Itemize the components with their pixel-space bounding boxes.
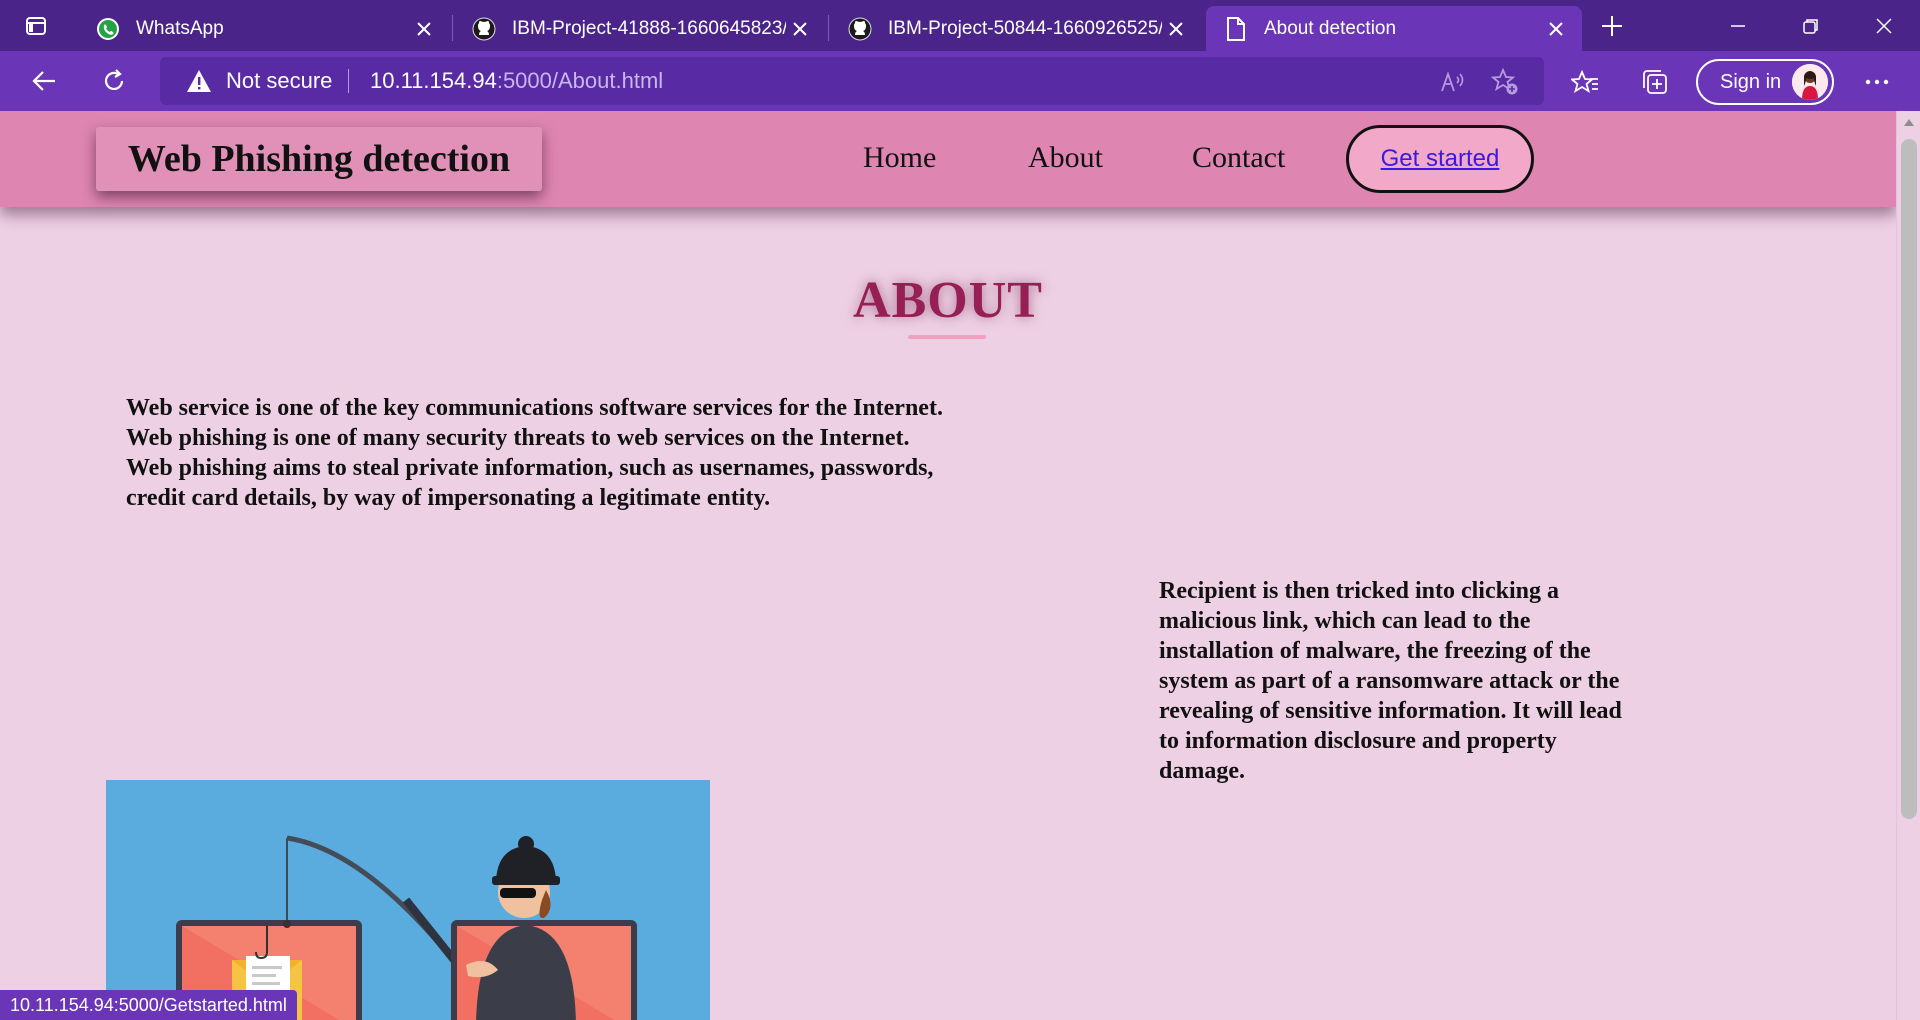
sign-in-button[interactable]: Sign in [1696, 59, 1834, 105]
warning-icon[interactable] [186, 69, 212, 93]
add-favorite-icon[interactable] [1490, 67, 1520, 97]
tab-whatsapp[interactable]: WhatsApp [78, 6, 450, 51]
nav-about-link[interactable]: About [1028, 141, 1103, 175]
paragraph-line: Recipient is then tricked into clicking … [1159, 578, 1559, 604]
security-status[interactable]: Not secure [226, 68, 332, 94]
github-icon [470, 15, 498, 43]
intro-paragraph: Web service is one of the key communicat… [126, 393, 1026, 513]
heading-underline [908, 335, 986, 339]
paragraph-line: malicious link, which can lead to the [1159, 608, 1531, 634]
scrollbar-thumb[interactable] [1901, 139, 1917, 819]
url-path: :5000/About.html [496, 68, 664, 93]
status-bar-url: 10.11.154.94:5000/Getstarted.html [0, 990, 297, 1020]
more-options-icon[interactable] [1860, 65, 1894, 99]
paragraph-line: to information disclosure and property [1159, 728, 1557, 754]
tab-title: IBM-Project-50844-1660926525/A [888, 17, 1162, 39]
tab-title: IBM-Project-41888-1660645823/C [512, 17, 786, 39]
paragraph-line: Web service is one of the key communicat… [126, 395, 943, 421]
site-header: Web Phishing detection Home About Contac… [0, 111, 1896, 207]
close-tab-icon[interactable] [1542, 15, 1570, 43]
close-window-icon[interactable] [1847, 0, 1920, 51]
back-arrow-icon[interactable] [22, 61, 66, 101]
address-bar[interactable]: Not secure 10.11.154.94:5000/About.html [160, 57, 1544, 105]
whatsapp-icon [94, 15, 122, 43]
paragraph-line: revealing of sensitive information. It w… [1159, 698, 1622, 724]
paragraph-line: installation of malware, the freezing of… [1159, 638, 1591, 664]
browser-toolbar: Not secure 10.11.154.94:5000/About.html … [0, 51, 1920, 111]
window-controls [1701, 0, 1920, 51]
avatar [1792, 64, 1828, 100]
details-paragraph: Recipient is then tricked into clicking … [1159, 576, 1659, 786]
paragraph-line: damage. [1159, 758, 1245, 784]
read-aloud-icon[interactable] [1438, 67, 1468, 97]
tab-title: About detection [1264, 17, 1397, 39]
url-host: 10.11.154.94 [370, 68, 497, 93]
tab-ibm-project-41888[interactable]: IBM-Project-41888-1660645823/C [454, 6, 826, 51]
browser-tab-bar: WhatsApp IBM-Project-41888-1660645823/C … [0, 0, 1920, 51]
nav-home-link[interactable]: Home [863, 141, 936, 175]
vertical-scrollbar[interactable] [1896, 111, 1920, 1020]
phishing-illustration-image [106, 780, 710, 1020]
close-tab-icon[interactable] [410, 15, 438, 43]
page-viewport: Web Phishing detection Home About Contac… [0, 111, 1896, 1020]
tab-about-detection[interactable]: About detection [1206, 6, 1582, 51]
favorites-icon[interactable] [1568, 65, 1602, 99]
phishing-illustration [106, 780, 710, 1020]
url-text[interactable]: 10.11.154.94:5000/About.html [370, 68, 663, 94]
paragraph-line: credit card details, by way of impersona… [126, 485, 771, 511]
tab-title: WhatsApp [136, 17, 224, 39]
sign-in-label: Sign in [1720, 70, 1782, 93]
page-icon [1222, 15, 1250, 43]
nav-contact-link[interactable]: Contact [1192, 141, 1285, 175]
tab-separator [828, 15, 829, 41]
site-brand: Web Phishing detection [96, 127, 542, 191]
brand-title: Web Phishing detection [127, 138, 511, 180]
tab-actions-icon[interactable] [14, 10, 58, 42]
paragraph-line: Web phishing aims to steal private infor… [126, 455, 934, 481]
refresh-icon[interactable] [92, 61, 136, 101]
get-started-button[interactable]: Get started [1346, 125, 1534, 193]
about-heading: ABOUT [853, 272, 1043, 329]
new-tab-button[interactable] [1590, 8, 1634, 44]
restore-icon[interactable] [1774, 0, 1847, 51]
scroll-up-arrow-icon[interactable] [1904, 119, 1914, 126]
collections-icon[interactable] [1638, 65, 1672, 99]
paragraph-line: system as part of a ransomware attack or… [1159, 668, 1620, 694]
github-icon [846, 15, 874, 43]
tab-ibm-project-50844[interactable]: IBM-Project-50844-1660926525/A [830, 6, 1202, 51]
get-started-label: Get started [1380, 145, 1500, 172]
minimize-icon[interactable] [1701, 0, 1774, 51]
address-divider [348, 69, 349, 93]
paragraph-line: Web phishing is one of many security thr… [126, 425, 910, 451]
close-tab-icon[interactable] [786, 15, 814, 43]
tab-separator [452, 15, 453, 41]
close-tab-icon[interactable] [1162, 15, 1190, 43]
